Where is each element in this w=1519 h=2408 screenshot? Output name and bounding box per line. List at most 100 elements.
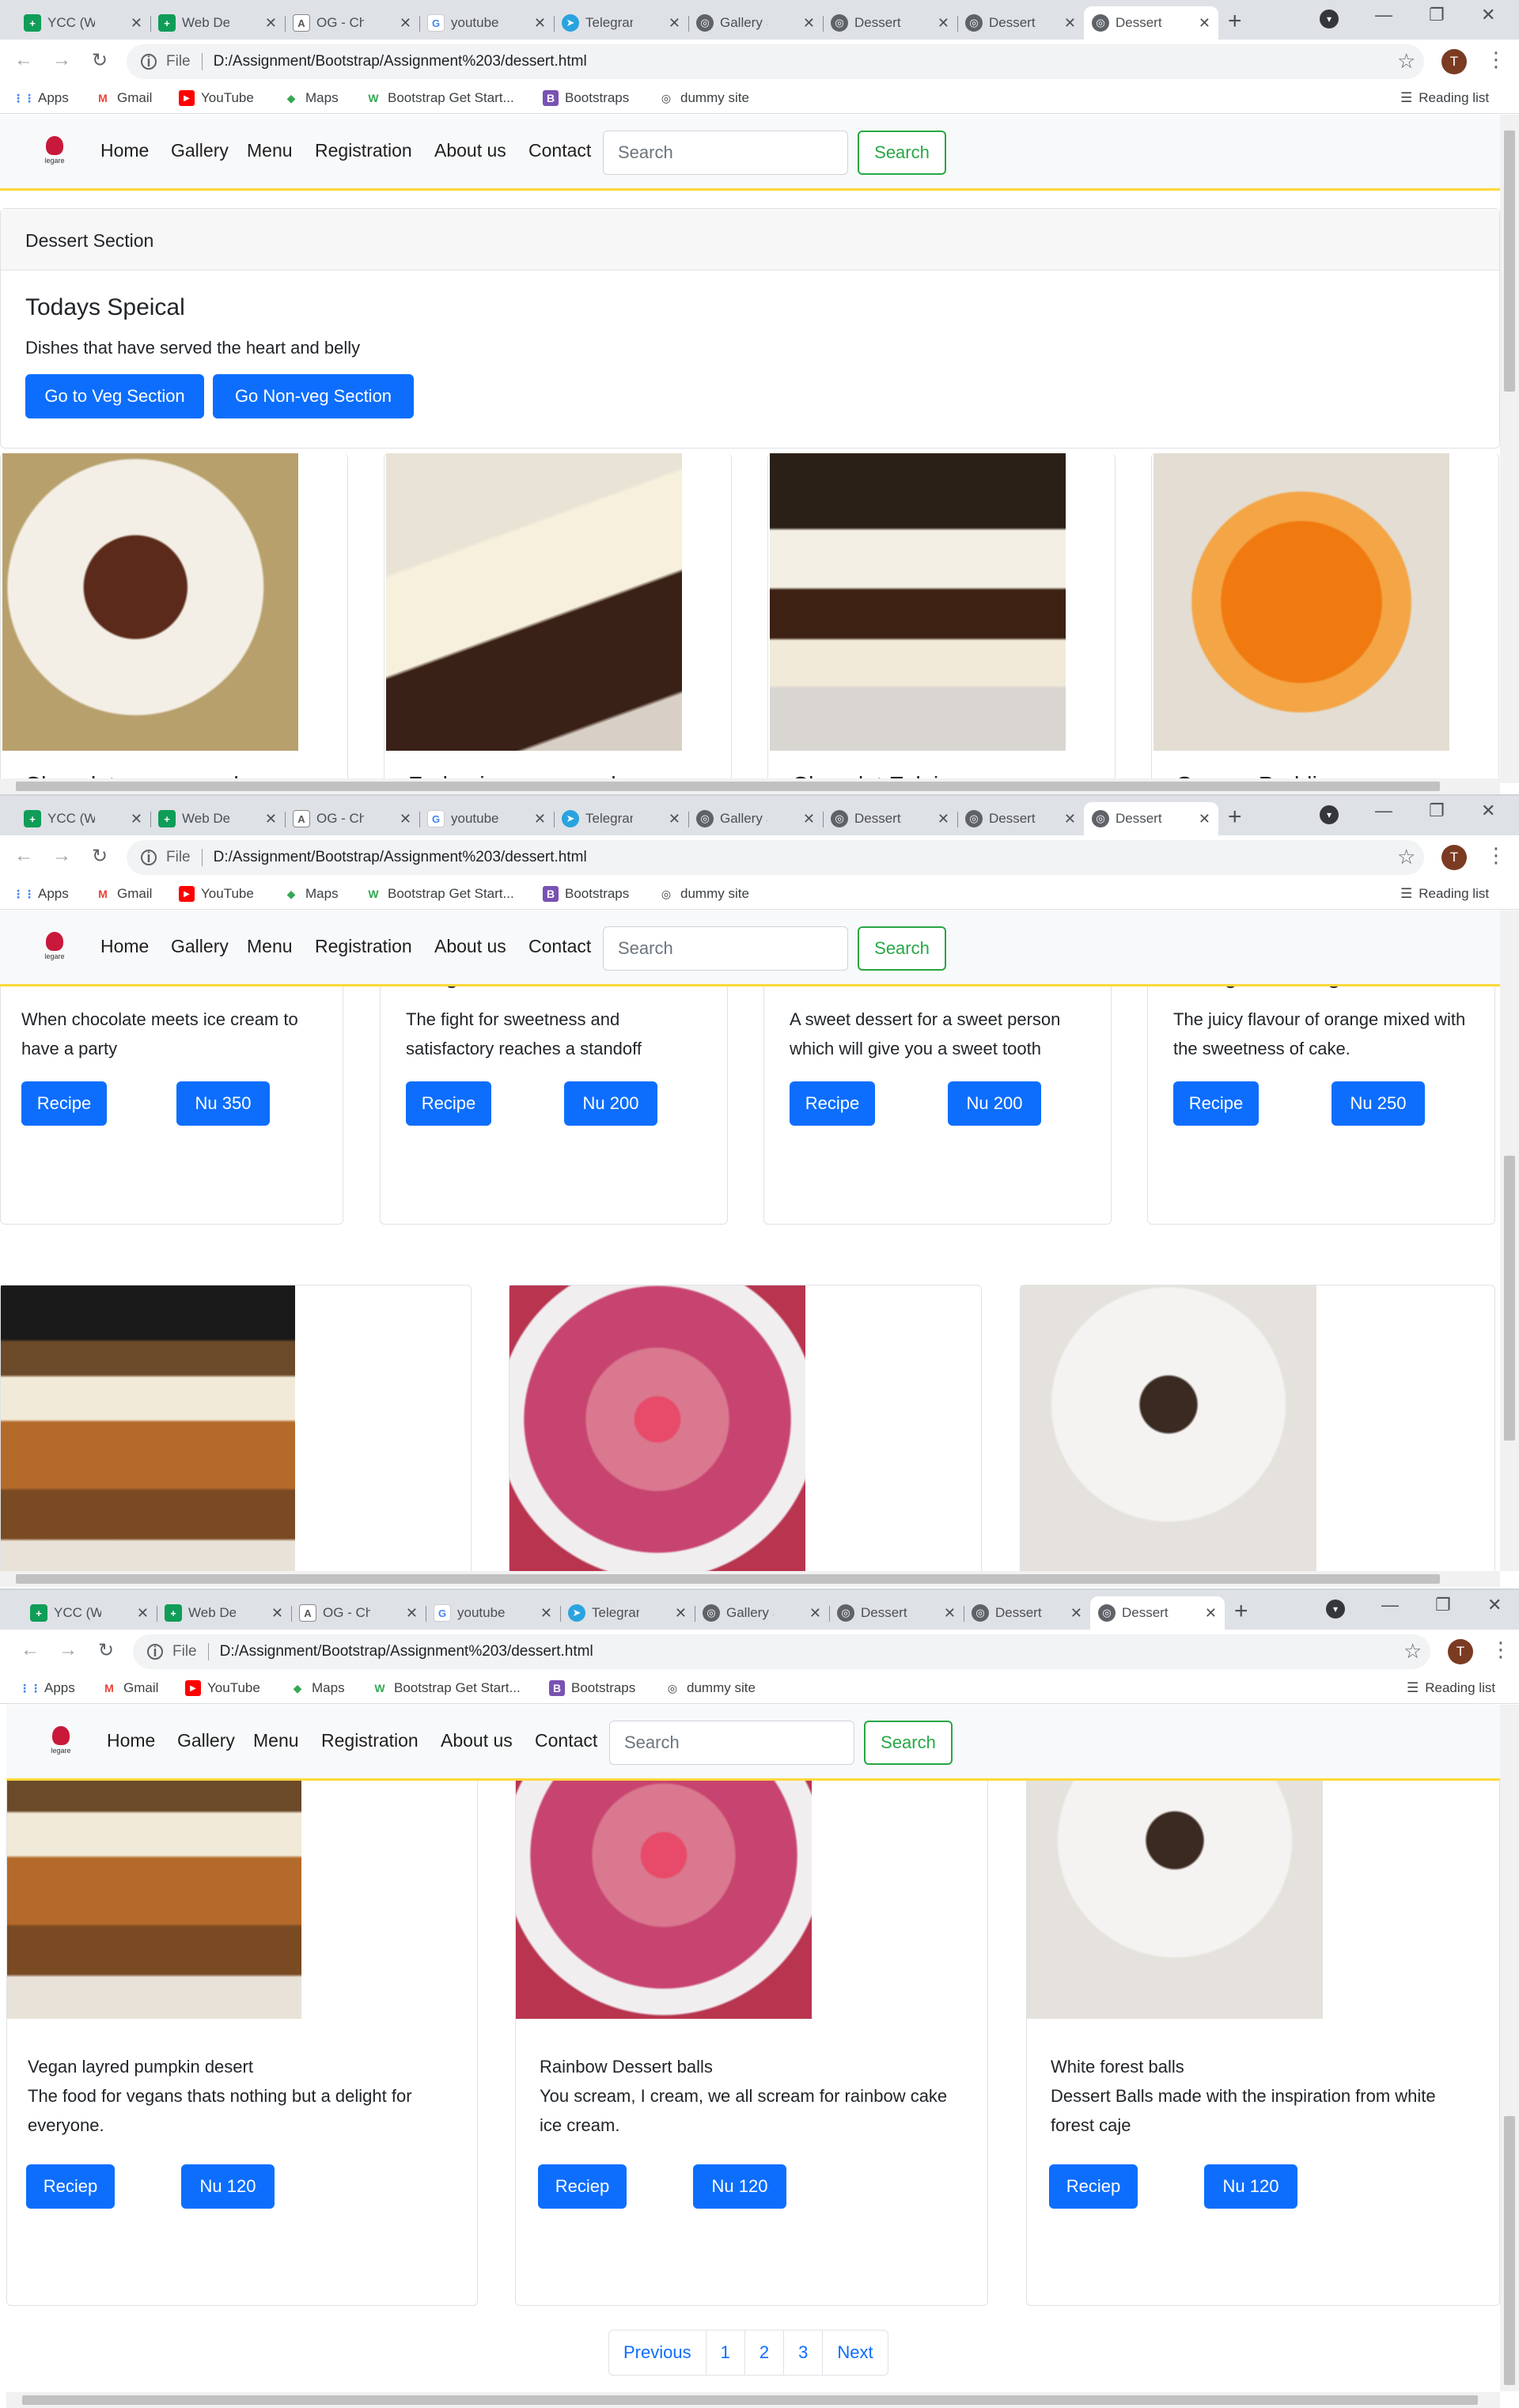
forward-icon[interactable]: → xyxy=(59,1639,78,1661)
minimize-icon[interactable]: — xyxy=(1375,5,1392,25)
tab-youtube[interactable]: Gyoutube ✕ xyxy=(426,1596,560,1630)
close-icon[interactable]: ✕ xyxy=(669,811,680,827)
close-icon[interactable]: ✕ xyxy=(406,1605,418,1622)
price-button[interactable]: Nu 350 xyxy=(176,1081,270,1126)
restore-icon[interactable]: ❐ xyxy=(1429,801,1445,821)
close-icon[interactable]: ✕ xyxy=(669,15,680,32)
tab-youtube[interactable]: Gyoutube ✕ xyxy=(419,802,554,835)
bookmark-bootstrap-start[interactable]: W Bootstrap Get Start... xyxy=(366,90,513,106)
bookmark-apps[interactable]: ⋮⋮ Apps xyxy=(13,90,69,106)
profile-avatar[interactable]: T xyxy=(1441,845,1467,870)
hscroll-thumb[interactable] xyxy=(16,1574,1440,1584)
vertical-scrollbar[interactable] xyxy=(1500,115,1519,783)
nav-home[interactable]: Home xyxy=(100,140,149,161)
pagination-page-1[interactable]: 1 xyxy=(706,2330,745,2375)
window-close-icon[interactable]: ✕ xyxy=(1481,801,1495,821)
bookmark-bootstraps[interactable]: B Bootstraps xyxy=(543,886,629,902)
bookmark-star-icon[interactable]: ☆ xyxy=(1397,845,1415,869)
search-button[interactable]: Search xyxy=(858,131,946,175)
horizontal-scrollbar[interactable] xyxy=(0,1571,1500,1587)
bookmark-maps[interactable]: ◆ Maps xyxy=(290,1680,345,1696)
pagination-next[interactable]: Next xyxy=(823,2330,887,2375)
pagination-page-3[interactable]: 3 xyxy=(784,2330,824,2375)
close-icon[interactable]: ✕ xyxy=(400,811,411,827)
reload-icon[interactable]: ↻ xyxy=(92,49,108,72)
close-icon[interactable]: ✕ xyxy=(1064,811,1076,827)
nav-menu[interactable]: Menu xyxy=(247,140,293,161)
nav-about[interactable]: About us xyxy=(434,936,506,957)
nav-gallery[interactable]: Gallery xyxy=(171,936,229,957)
bookmark-bootstraps[interactable]: B Bootstraps xyxy=(549,1680,635,1696)
site-logo[interactable]: legare xyxy=(41,1719,81,1762)
window-close-icon[interactable]: ✕ xyxy=(1481,5,1495,25)
tab-og-chat[interactable]: AOG - Cha✕ xyxy=(291,1596,426,1630)
bookmark-maps[interactable]: ◆ Maps xyxy=(283,90,339,106)
close-icon[interactable]: ✕ xyxy=(1064,15,1076,32)
bookmark-apps[interactable]: ⋮⋮ Apps xyxy=(19,1680,75,1696)
new-tab-button[interactable]: + xyxy=(1228,804,1242,831)
scroll-thumb[interactable] xyxy=(1504,131,1515,392)
bookmark-gmail[interactable]: M Gmail xyxy=(101,1680,158,1696)
nav-about[interactable]: About us xyxy=(434,140,506,161)
nav-registration[interactable]: Registration xyxy=(321,1730,419,1751)
tab-gallery[interactable]: ◎Gallery S✕ xyxy=(688,802,823,835)
new-tab-button[interactable]: + xyxy=(1234,1598,1248,1625)
close-icon[interactable]: ✕ xyxy=(944,1605,956,1622)
site-logo[interactable]: legare xyxy=(35,129,74,172)
price-button[interactable]: Nu 120 xyxy=(693,2164,786,2209)
nav-menu[interactable]: Menu xyxy=(253,1730,299,1751)
horizontal-scrollbar[interactable] xyxy=(0,778,1500,794)
tab-search-icon[interactable]: ▾ xyxy=(1326,1600,1345,1619)
search-button[interactable]: Search xyxy=(864,1721,953,1765)
bookmark-apps[interactable]: ⋮⋮ Apps xyxy=(13,886,69,902)
nav-contact[interactable]: Contact xyxy=(528,140,591,161)
bookmark-star-icon[interactable]: ☆ xyxy=(1397,49,1415,74)
menu-kebab-icon[interactable]: ⋮ xyxy=(1486,843,1506,868)
nav-registration[interactable]: Registration xyxy=(315,936,412,957)
back-icon[interactable]: ← xyxy=(14,845,33,867)
close-icon[interactable]: ✕ xyxy=(809,1605,821,1622)
tab-gallery[interactable]: ◎Gallery S✕ xyxy=(688,6,823,40)
back-icon[interactable]: ← xyxy=(14,49,33,71)
tab-search-icon[interactable]: ▾ xyxy=(1320,9,1339,28)
pagination-previous[interactable]: Previous xyxy=(609,2330,706,2375)
price-button[interactable]: Nu 120 xyxy=(181,2164,275,2209)
recipe-button[interactable]: Reciep xyxy=(1049,2164,1138,2209)
nav-home[interactable]: Home xyxy=(100,936,149,957)
close-icon[interactable]: ✕ xyxy=(803,15,815,32)
horizontal-scrollbar[interactable] xyxy=(6,2392,1500,2408)
tab-og-chat[interactable]: AOG - Cha✕ xyxy=(285,802,419,835)
reading-list[interactable]: ☰ Reading list xyxy=(1400,90,1489,106)
restore-icon[interactable]: ❐ xyxy=(1435,1595,1451,1615)
tab-dessert-1[interactable]: ◎Dessert S✕ xyxy=(823,802,957,835)
reading-list[interactable]: ☰ Reading list xyxy=(1400,886,1489,902)
bookmark-youtube[interactable]: ▶ YouTube xyxy=(179,90,254,106)
price-button[interactable]: Nu 120 xyxy=(1204,2164,1297,2209)
bookmark-dummy-site[interactable]: ◎ dummy site xyxy=(658,886,749,902)
info-icon[interactable]: i xyxy=(141,850,157,865)
bookmark-gmail[interactable]: M Gmail xyxy=(95,90,152,106)
close-icon[interactable]: ✕ xyxy=(803,811,815,827)
reload-icon[interactable]: ↻ xyxy=(98,1639,114,1662)
close-icon[interactable]: ✕ xyxy=(540,1605,552,1622)
nav-menu[interactable]: Menu xyxy=(247,936,293,957)
nav-contact[interactable]: Contact xyxy=(535,1730,597,1751)
recipe-button[interactable]: Recipe xyxy=(790,1081,875,1126)
tab-ycc[interactable]: +YCC (Wel✕ xyxy=(22,1596,157,1630)
close-icon[interactable]: ✕ xyxy=(137,1605,149,1622)
nav-gallery[interactable]: Gallery xyxy=(177,1730,235,1751)
window-close-icon[interactable]: ✕ xyxy=(1487,1595,1502,1615)
price-button[interactable]: Nu 250 xyxy=(1331,1081,1425,1126)
tab-telegram[interactable]: ➤Telegram✕ xyxy=(554,802,688,835)
close-icon[interactable]: ✕ xyxy=(938,811,949,827)
hscroll-thumb[interactable] xyxy=(16,782,1440,791)
bookmark-youtube[interactable]: ▶ YouTube xyxy=(185,1680,260,1696)
recipe-button[interactable]: Recipe xyxy=(406,1081,491,1126)
profile-avatar[interactable]: T xyxy=(1441,49,1467,74)
scroll-thumb[interactable] xyxy=(1504,1156,1515,1441)
recipe-button[interactable]: Recipe xyxy=(1173,1081,1259,1126)
tab-search-icon[interactable]: ▾ xyxy=(1320,805,1339,824)
recipe-button[interactable]: Reciep xyxy=(26,2164,115,2209)
hscroll-thumb[interactable] xyxy=(22,2395,1478,2405)
price-button[interactable]: Nu 200 xyxy=(564,1081,657,1126)
